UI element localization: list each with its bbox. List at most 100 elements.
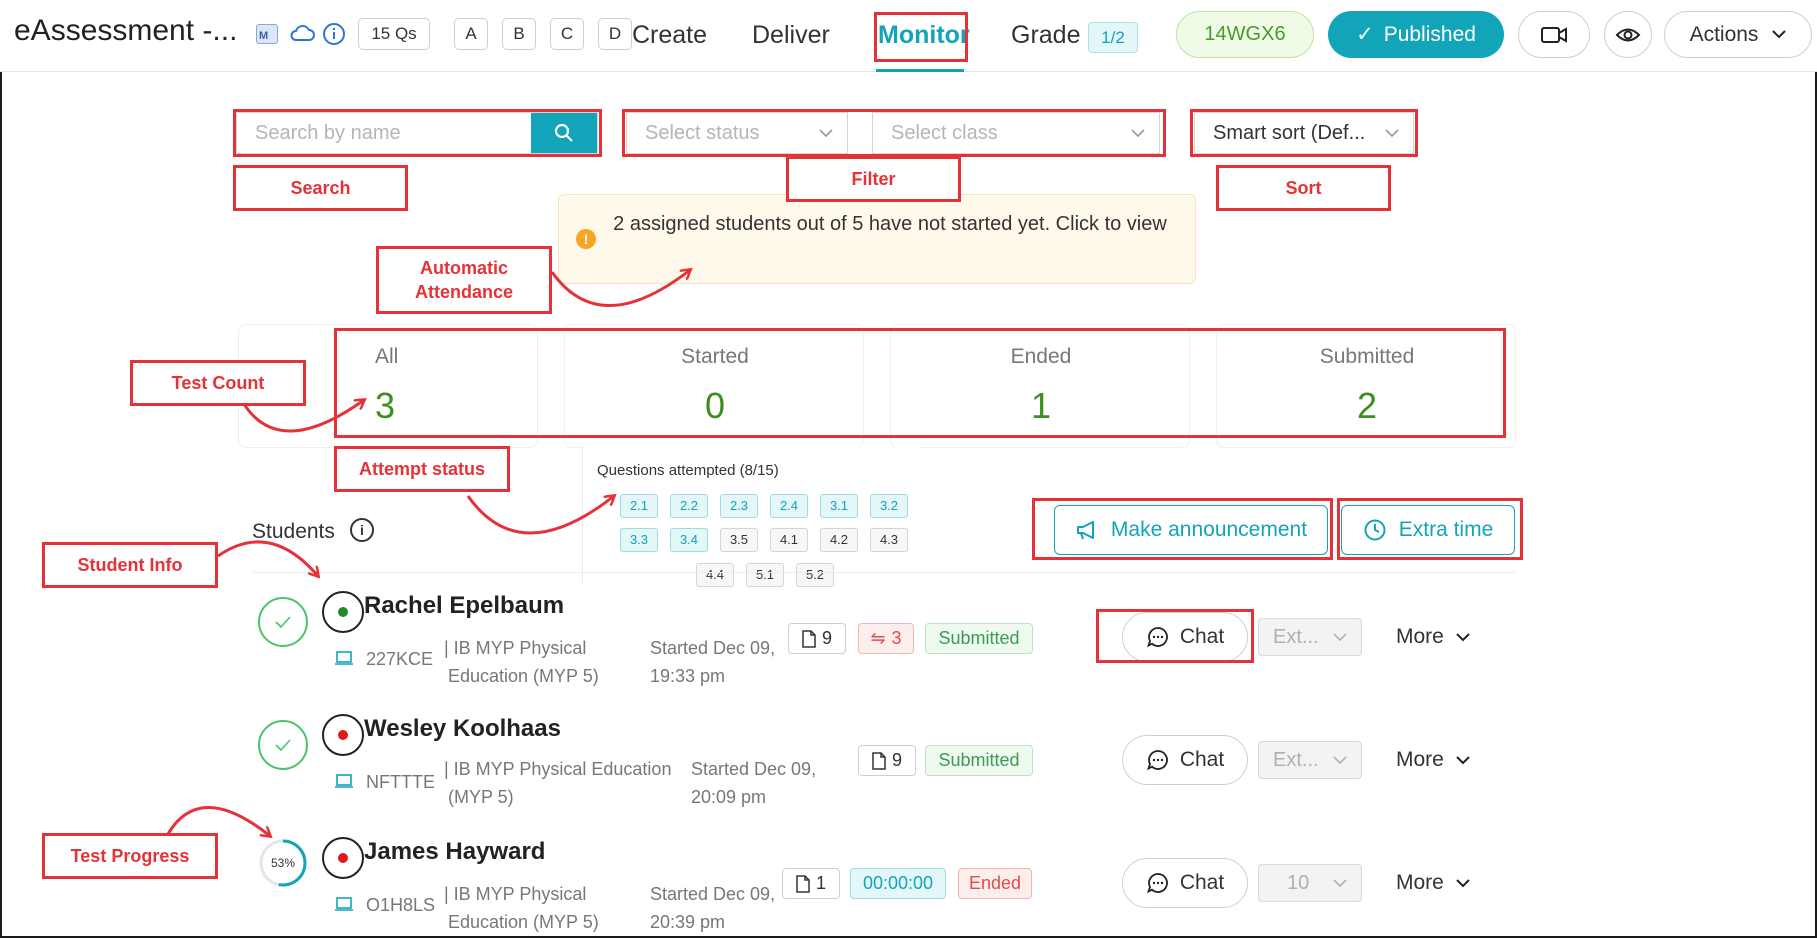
attempt-title: Questions attempted (8/15) [597,462,779,479]
video-button[interactable] [1518,11,1590,58]
student-row: Rachel Epelbaum 227KCE | IB MYP Physical… [0,582,1817,692]
svg-text:M: M [259,30,268,42]
test-progress-ring: 53% [259,839,307,887]
chat-button[interactable]: Chat [1122,735,1248,785]
class-line: Education (MYP 5) [448,666,599,686]
more-label: More [1396,748,1444,771]
chevron-down-icon [1333,878,1347,887]
responses-count: 1 [815,873,826,893]
student-name[interactable]: Rachel Epelbaum [364,592,564,620]
laptop-icon [334,650,354,671]
mb-logo-icon: M [256,24,278,44]
started-line: 20:39 pm [650,912,726,932]
chat-label: Chat [1179,871,1225,894]
chat-bubble-icon [1146,873,1168,894]
session-code-pill[interactable]: 14WGX6 [1176,11,1314,58]
chat-bubble-icon [1146,750,1168,771]
question-chip[interactable]: 2.4 [770,494,808,518]
completed-check-icon [258,720,308,770]
question-chip[interactable]: 4.1 [770,528,808,552]
progress-label: 53% [271,856,295,870]
student-row: Wesley Koolhaas NFTTTE | IB MYP Physical… [0,705,1817,815]
online-status-indicator [322,714,364,756]
more-menu-button[interactable]: More [1396,748,1470,772]
question-chip[interactable]: 2.3 [720,494,758,518]
annotation-label-test-count: Test Count [130,360,306,406]
question-chip[interactable]: 3.5 [720,528,758,552]
actions-dropdown[interactable]: Actions [1664,11,1812,58]
annotation-box-announcement [1032,498,1333,560]
annotation-label-test-progress: Test Progress [42,833,218,879]
chevron-down-icon [1456,878,1470,887]
annotation-label-attendance: Automatic Attendance [376,246,552,314]
question-chip[interactable]: 3.2 [870,494,908,518]
preview-button[interactable] [1604,11,1652,58]
started-line: 20:09 pm [691,787,767,807]
student-code: O1H8LS [366,895,436,915]
completed-check-icon [258,597,308,647]
question-chip[interactable]: 4.2 [820,528,858,552]
started-line: 19:33 pm [650,666,726,686]
published-button[interactable]: ✓ Published [1328,11,1504,58]
online-status-indicator [322,837,364,879]
document-icon [872,751,886,770]
question-chip[interactable]: 2.1 [620,494,658,518]
annotation-label-sort: Sort [1216,165,1391,211]
annotation-line: Automatic [419,258,508,278]
option-tag-b[interactable]: B [502,18,536,50]
student-code: NFTTTE [366,772,435,792]
more-label: More [1396,625,1444,648]
students-title: Students [252,520,335,543]
extend-time-value: Ext... [1273,748,1319,771]
info-circle-icon[interactable] [322,22,346,51]
extend-time-select[interactable]: Ext... [1258,618,1362,656]
started-line: Started Dec 09, [650,638,776,658]
notice-text[interactable]: 2 assigned students out of 5 have not st… [600,208,1180,241]
option-tag-c[interactable]: C [550,18,584,50]
question-chip[interactable]: 3.3 [620,528,658,552]
student-started: Started Dec 09, 19:33 pm [650,634,775,690]
chevron-down-icon [1456,632,1470,641]
option-tag-a[interactable]: A [454,18,488,50]
more-menu-button[interactable]: More [1396,871,1470,895]
responses-chip[interactable]: 9 [788,623,846,654]
tab-create[interactable]: Create [632,21,707,50]
student-name[interactable]: James Hayward [364,838,545,866]
laptop-icon [334,773,354,794]
tab-deliver[interactable]: Deliver [752,21,830,50]
extend-time-value: Ext... [1273,625,1319,648]
question-chip[interactable]: 2.2 [670,494,708,518]
extend-time-select[interactable]: Ext... [1258,741,1362,779]
student-started: Started Dec 09, 20:39 pm [650,880,775,936]
option-tag-d[interactable]: D [598,18,632,50]
tab-switch-chip[interactable]: ⇋ 3 [858,623,914,654]
annotation-box-filter [622,109,1166,157]
extend-time-select[interactable]: 10 [1258,864,1362,902]
status-badge: Ended [958,868,1032,899]
extend-time-value: 10 [1287,871,1310,894]
tab-grade[interactable]: Grade [1011,21,1080,50]
warning-icon: ! [576,229,596,249]
video-camera-icon [1541,26,1567,43]
student-code: 227KCE [366,649,434,669]
responses-chip[interactable]: 9 [858,745,916,776]
class-line: | IB MYP Physical [444,884,587,904]
student-row: 53% James Hayward O1H8LS | IB MYP Physic… [0,828,1817,936]
grade-progress-badge: 1/2 [1088,22,1138,53]
more-label: More [1396,871,1444,894]
chat-button[interactable]: Chat [1122,858,1248,908]
student-name[interactable]: Wesley Koolhaas [364,715,561,743]
question-chip[interactable]: 3.4 [670,528,708,552]
responses-chip[interactable]: 1 [782,868,840,899]
students-info-icon[interactable]: i [350,518,374,542]
actions-label: Actions [1689,22,1759,46]
question-chip[interactable]: 3.1 [820,494,858,518]
chevron-down-icon [1333,632,1347,641]
question-chip[interactable]: 4.3 [870,528,908,552]
question-count-tag: 15 Qs [358,18,430,50]
annotation-label-search: Search [233,165,408,211]
more-menu-button[interactable]: More [1396,625,1470,649]
started-line: Started Dec 09, [650,884,776,904]
annotation-box-sort [1190,109,1418,157]
eye-icon [1615,28,1641,41]
